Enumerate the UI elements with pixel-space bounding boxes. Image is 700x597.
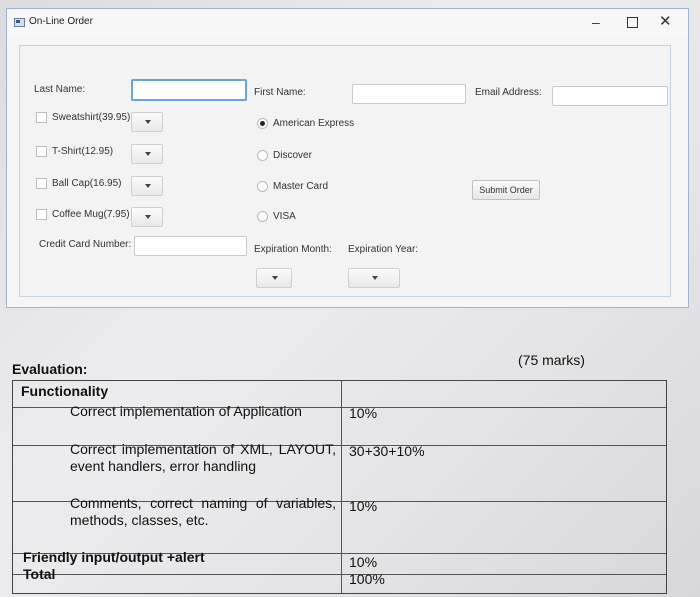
email-input[interactable] xyxy=(552,86,668,106)
total-value: 100% xyxy=(349,571,385,587)
product-label: Ball Cap(16.95) xyxy=(52,178,122,189)
table-row-value: 30+30+10% xyxy=(349,443,425,459)
friendly-io-label: Friendly input/output +alert xyxy=(23,549,205,565)
total-label: Total xyxy=(23,566,56,582)
evaluation-table: Functionality Correct implementation of … xyxy=(12,380,667,594)
product-sweatshirt[interactable]: Sweatshirt(39.95) xyxy=(36,112,130,123)
credit-card-input[interactable] xyxy=(134,236,247,256)
app-icon xyxy=(14,18,25,27)
table-row-value: 10% xyxy=(349,405,378,421)
coffee-mug-quantity-combo[interactable] xyxy=(131,207,163,227)
table-row-description: Correct implementation of Application xyxy=(70,403,302,419)
expiration-year-combo[interactable] xyxy=(348,268,400,288)
chevron-down-icon xyxy=(145,152,151,156)
chevron-down-icon xyxy=(145,120,151,124)
online-order-window: On-Line Order – ✕ Last Name: First Name:… xyxy=(6,8,689,308)
chevron-down-icon xyxy=(145,184,151,188)
payment-visa[interactable]: VISA xyxy=(257,211,296,222)
table-row-description: Comments, correct naming of variables, m… xyxy=(70,495,336,528)
payment-label: Discover xyxy=(273,150,312,161)
submit-order-button[interactable]: Submit Order xyxy=(472,180,540,200)
visa-radio[interactable] xyxy=(257,211,268,222)
maximize-button[interactable] xyxy=(627,17,638,28)
first-name-input[interactable] xyxy=(352,84,466,104)
title-bar: On-Line Order – ✕ xyxy=(7,9,688,37)
master-card-radio[interactable] xyxy=(257,181,268,192)
tshirt-quantity-combo[interactable] xyxy=(131,144,163,164)
american-express-radio[interactable] xyxy=(257,118,268,129)
evaluation-title: Evaluation: xyxy=(12,361,88,377)
sweatshirt-quantity-combo[interactable] xyxy=(131,112,163,132)
discover-radio[interactable] xyxy=(257,150,268,161)
chevron-down-icon xyxy=(272,276,278,280)
payment-label: Master Card xyxy=(273,181,329,192)
last-name-input[interactable] xyxy=(131,79,247,101)
form-panel: Last Name: First Name: Email Address: Sw… xyxy=(19,45,671,297)
product-label: T-Shirt(12.95) xyxy=(52,146,114,157)
expiration-year-label: Expiration Year: xyxy=(348,244,419,255)
product-ball-cap[interactable]: Ball Cap(16.95) xyxy=(36,178,121,189)
coffee-mug-checkbox[interactable] xyxy=(36,209,47,220)
payment-master-card[interactable]: Master Card xyxy=(257,181,328,192)
chevron-down-icon xyxy=(372,276,378,280)
ball-cap-quantity-combo[interactable] xyxy=(131,176,163,196)
payment-label: VISA xyxy=(273,211,296,222)
credit-card-label: Credit Card Number: xyxy=(39,239,132,250)
payment-american-express[interactable]: American Express xyxy=(257,118,354,129)
window-title: On-Line Order xyxy=(29,16,93,27)
payment-discover[interactable]: Discover xyxy=(257,150,312,161)
minimize-button[interactable]: – xyxy=(592,14,600,30)
table-divider xyxy=(13,574,666,575)
close-button[interactable]: ✕ xyxy=(659,14,672,30)
sweatshirt-checkbox[interactable] xyxy=(36,112,47,123)
expiration-month-label: Expiration Month: xyxy=(254,244,332,255)
functionality-header: Functionality xyxy=(21,383,109,399)
email-label: Email Address: xyxy=(475,87,542,98)
product-label: Coffee Mug(7.95) xyxy=(52,209,130,220)
payment-label: American Express xyxy=(273,118,355,129)
marks-total: (75 marks) xyxy=(518,352,585,368)
table-row-description: Correct implementation of XML, LAYOUT, e… xyxy=(70,441,336,474)
last-name-label: Last Name: xyxy=(34,84,86,95)
chevron-down-icon xyxy=(145,215,151,219)
expiration-month-combo[interactable] xyxy=(256,268,292,288)
first-name-label: First Name: xyxy=(254,87,306,98)
product-label: Sweatshirt(39.95) xyxy=(52,112,131,123)
friendly-io-value: 10% xyxy=(349,554,378,570)
table-column-divider xyxy=(341,381,342,593)
product-tshirt[interactable]: T-Shirt(12.95) xyxy=(36,146,113,157)
ball-cap-checkbox[interactable] xyxy=(36,178,47,189)
product-coffee-mug[interactable]: Coffee Mug(7.95) xyxy=(36,209,130,220)
table-row-value: 10% xyxy=(349,498,378,514)
tshirt-checkbox[interactable] xyxy=(36,146,47,157)
